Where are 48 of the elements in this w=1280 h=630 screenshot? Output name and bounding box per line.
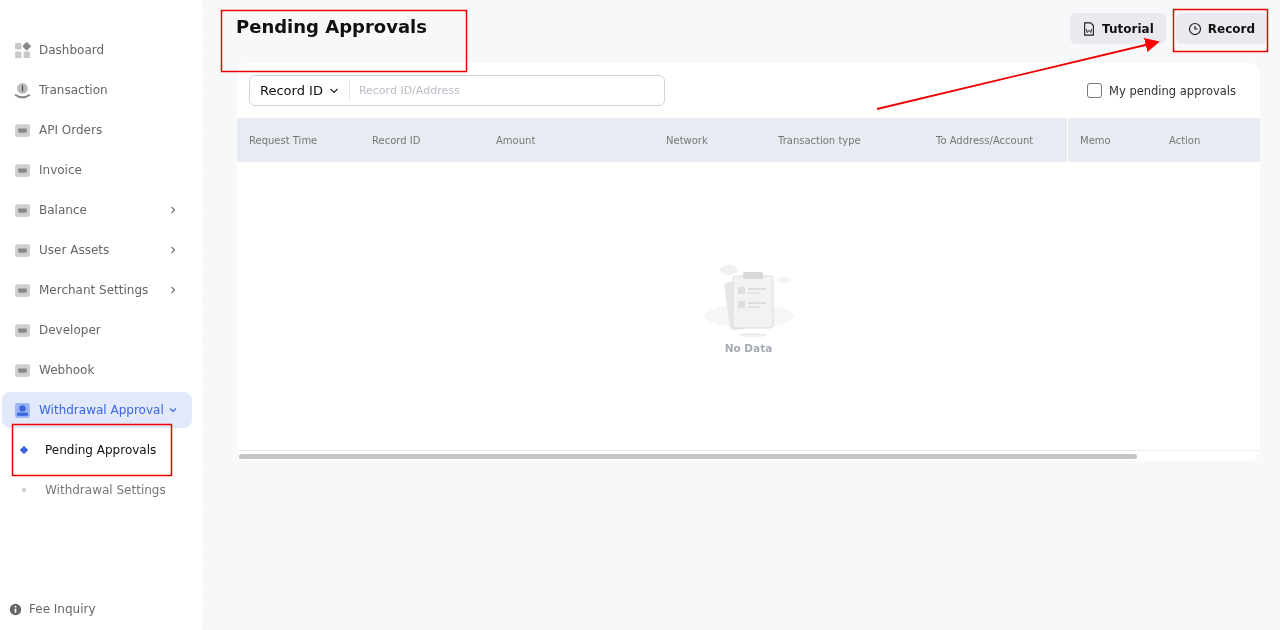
sidebar-label: Invoice [39,163,83,177]
sidebar-label: Webhook [39,363,96,377]
submenu-label: Withdrawal Settings [45,483,166,497]
column-header: To Address/Account [936,134,1034,146]
scrollbar-thumb[interactable] [239,453,1137,459]
submenu-item[interactable]: Pending Approvals [0,432,203,468]
sidebar-label: User Assets [39,243,111,257]
sidebar-label: Transaction [39,83,109,97]
checkbox[interactable] [1087,83,1102,98]
sidebar-label: Merchant Settings [39,283,150,297]
sidebar-item[interactable]: Developer [2,312,192,348]
empty-message: No Data [724,342,773,354]
sidebar-label: Withdrawal Approval [39,403,165,417]
stamp-icon [14,401,31,419]
sidebar-item[interactable]: Merchant Settings [2,272,192,308]
fee-inquiry-link[interactable]: Fee Inquiry [29,602,96,616]
sidebar-item[interactable]: Withdrawal Approval [2,392,192,428]
sidebar-item[interactable]: Dashboard [2,32,192,68]
column-header: Record ID [372,134,421,146]
sidebar-item[interactable]: User Assets [2,232,192,268]
submenu-item[interactable]: Withdrawal Settings [0,472,203,508]
coin-hand-icon [14,81,31,99]
sidebar-item[interactable]: Balance [2,192,192,228]
sidebar-item[interactable]: API Orders [2,112,192,148]
field-select[interactable]: Record ID [250,79,350,102]
sidebar-label: Dashboard [39,43,106,57]
grid-icon [14,41,31,59]
clock-icon [1187,21,1202,36]
column-header: Network [666,134,708,146]
search-field[interactable]: Record ID Record ID/Address [249,75,665,106]
sidebar-item[interactable]: Invoice [2,152,192,188]
sidebar-item[interactable]: Transaction [2,72,192,108]
sidebar-item[interactable]: Webhook [2,352,192,388]
sidebar-label: Balance [39,203,88,217]
column-header: Request Time [249,134,318,146]
dot-icon [22,488,26,492]
sidebar-label: Developer [39,323,102,337]
page-title: Pending Approvals [236,16,427,37]
info-icon [9,602,22,616]
record-button[interactable]: Record [1175,13,1267,44]
sidebar-label: API Orders [39,123,104,137]
document-icon [1082,21,1097,36]
column-header: Action [1169,134,1201,146]
column-header: Memo [1080,134,1111,146]
column-header: Transaction type [778,134,861,146]
tutorial-button[interactable]: Tutorial [1070,13,1166,44]
submenu-label: Pending Approvals [45,443,157,457]
column-header: Amount [496,134,536,146]
